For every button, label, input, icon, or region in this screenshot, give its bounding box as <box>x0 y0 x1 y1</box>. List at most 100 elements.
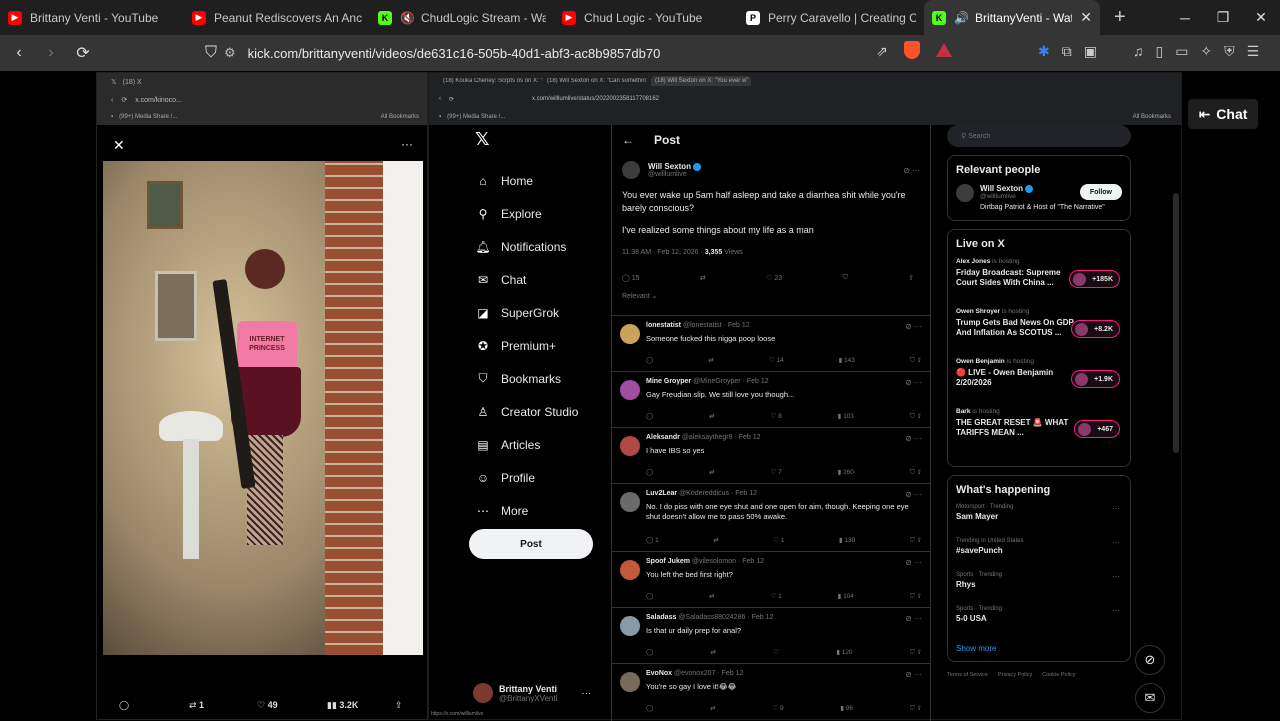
like-count: 1 <box>780 537 785 544</box>
nav-label: SuperGrok <box>501 305 560 320</box>
stream-video[interactable]: 𝕏 (18) X ‹ ⟳ x.com/kinoco... ▪ (99+) Media S… <box>0 71 1280 721</box>
like-icon: ♡ 8 <box>770 413 782 420</box>
youtube-icon: ▶ <box>8 10 22 25</box>
post-text: You ever wake up 5am half asleep and tak… <box>622 190 906 213</box>
address-bar[interactable]: ⚙ kick.com/brittanyventi/videos/de631c16… <box>224 40 960 66</box>
captured-all-bookmarks: All Bookmarks <box>1132 114 1171 120</box>
post-views: 3,355 <box>704 249 723 256</box>
view-count: 260 <box>843 469 854 476</box>
like-icon: ♡ 9 <box>772 705 784 712</box>
views-icon: ▮ 104 <box>837 593 854 600</box>
youtube-icon: ▶ <box>192 10 206 25</box>
reload-icon: ⟳ <box>449 96 455 103</box>
listener-count: +467 <box>1097 425 1113 433</box>
live-host: Alex Jones is hosting <box>956 258 1122 265</box>
menu-icon[interactable]: ☰ <box>1247 43 1260 60</box>
reply-text: No. I do piss with one eye shut and one … <box>646 502 909 521</box>
kick-chat-toggle[interactable]: ⇤ Chat <box>1188 99 1258 129</box>
browser-tab-active[interactable]: K 🔊 BrittanyVenti - Watch the ✕ <box>924 0 1100 35</box>
reply-actions: ◯ ⇄ ♡ ▮ 120 ⛉ ⇪ <box>646 648 922 657</box>
live-broadcast: Owen Benjamin is hosting 🔴 LIVE - Owen Be… <box>956 358 1122 408</box>
vpn-icon[interactable]: ⛨ <box>1224 43 1235 60</box>
footer-link: Cookie Policy <box>1042 672 1076 678</box>
brave-shields-icon[interactable] <box>904 41 920 59</box>
retweet-icon: ⇄ 1 <box>189 699 205 710</box>
reply-actions: ◯ ⇄ ♡ 1 ▮ 104 ⛉ ⇪ <box>646 592 922 601</box>
reply-icon: ◯ <box>646 593 654 600</box>
captured-bookmark: (99+) Media Share /... <box>447 114 506 120</box>
bookmark-icon: ⛉ ⇪ <box>909 413 922 420</box>
views-icon: ▮ 143 <box>838 357 855 364</box>
more-icon: ⊘ ··· <box>905 558 922 567</box>
reply-sort: Relevant ⌄ <box>622 293 658 300</box>
footer-link: Terms of Service <box>947 672 988 678</box>
bookmark-icon: ⛉ ⇪ <box>909 649 922 656</box>
forward-icon[interactable]: › <box>38 44 64 62</box>
captured-all-bookmarks: All Bookmarks <box>380 114 419 120</box>
trend-category: Sports · Trending <box>956 572 1003 578</box>
person-hair <box>245 249 285 289</box>
bookmark-icon: ⛉ <box>842 274 848 281</box>
views-icon: ▮▮ 3.2K <box>327 699 359 710</box>
reply-author: Luv2Lear <box>646 490 678 497</box>
puzzle-icon[interactable]: ⧉ <box>1062 43 1072 60</box>
tab-title: ChudLogic Stream - Watch L <box>420 10 546 25</box>
more-icon: ··· <box>401 137 413 151</box>
x-nav-notifications: 🔔︎ Notifications <box>467 230 607 263</box>
reply-text: Is that ur daily prep for anal? <box>646 626 742 635</box>
back-arrow-icon: ← <box>622 133 634 147</box>
reply-header: Saladass @Saladass88024286 · Feb 12 <box>646 614 773 621</box>
share-icon[interactable]: ⇗ <box>876 43 888 60</box>
youtube-icon: ▶ <box>562 10 576 25</box>
extension-icon[interactable]: ✱ <box>1038 43 1050 60</box>
bookmark-icon: ▪ <box>439 114 442 120</box>
reload-icon[interactable]: ⟳ <box>70 43 96 63</box>
back-icon[interactable]: ‹ <box>6 44 32 62</box>
view-count: 96 <box>845 705 854 712</box>
retweet-count: 1 <box>199 699 205 710</box>
live-broadcast: Bark is hosting THE GREAT RESET 🚨 WHAT TA… <box>956 408 1122 458</box>
home-icon: ⌂ <box>479 173 487 188</box>
screenshot-icon[interactable]: ▣ <box>1084 43 1097 60</box>
retweet-icon: ⇄ <box>713 537 719 544</box>
browser-tab[interactable]: ▶ Brittany Venti - YouTube <box>0 0 184 35</box>
browser-tab[interactable]: P Perry Caravello | Creating Come <box>738 0 924 35</box>
views-label: Views <box>722 249 743 256</box>
live-on-x-card: Live on X Alex Jones is hosting Friday Br… <box>947 229 1131 467</box>
tab-title: Brittany Venti - YouTube <box>30 10 159 25</box>
close-window-icon[interactable]: ✕ <box>1242 9 1280 26</box>
like-icon: ♡ 1 <box>770 593 782 600</box>
trend-name: #savePunch <box>956 546 1003 555</box>
live-listeners-badge: +8.2K <box>1071 320 1120 338</box>
reply-post: Mine Groyper @MineGroyper · Feb 12 ⊘ ··· G… <box>612 371 930 427</box>
view-count: 130 <box>844 537 856 544</box>
reply-text: You left the bed first right? <box>646 570 733 579</box>
wallet-icon[interactable]: ▭ <box>1175 43 1188 60</box>
chat-icon: ✉ <box>477 272 489 287</box>
bookmark-page-icon[interactable]: ⛉ <box>198 44 224 62</box>
like-count: 23 <box>774 275 783 282</box>
x-nav-explore: ⚲ Explore <box>467 197 607 230</box>
captured-bookmark: (99+) Media Share /... <box>119 114 178 120</box>
grok-icon: ⊘ <box>1135 645 1165 675</box>
avatar <box>620 616 640 636</box>
browser-tab[interactable]: ▶ Chud Logic - YouTube <box>554 0 738 35</box>
reply-icon: ◯ 1 <box>646 537 659 544</box>
browser-tab[interactable]: ▶ Peanut Rediscovers An Ancient <box>184 0 370 35</box>
search-icon: ⚲ <box>961 133 969 140</box>
new-tab-button[interactable]: + <box>1114 6 1126 29</box>
maximize-icon[interactable]: ❐ <box>1204 9 1242 26</box>
reply-icon: ◯ <box>119 699 130 710</box>
site-info-icon[interactable]: ⚙ <box>224 45 236 61</box>
brave-rewards-icon[interactable] <box>936 43 952 57</box>
leo-ai-icon[interactable]: ✧ <box>1200 43 1212 60</box>
browser-tab[interactable]: K 🔇 ChudLogic Stream - Watch L <box>370 0 554 35</box>
sidebar-icon[interactable]: ▯ <box>1155 43 1163 60</box>
more-icon: ⊘ ··· <box>905 434 922 443</box>
like-icon: ♡ 49 <box>257 699 278 710</box>
tab-title: Peanut Rediscovers An Ancient <box>214 10 362 25</box>
chat-toggle-label: Chat <box>1216 106 1248 122</box>
minimize-icon[interactable]: ─ <box>1166 10 1204 26</box>
close-tab-icon[interactable]: ✕ <box>1080 9 1092 26</box>
media-icon[interactable]: ♫ <box>1133 43 1144 60</box>
